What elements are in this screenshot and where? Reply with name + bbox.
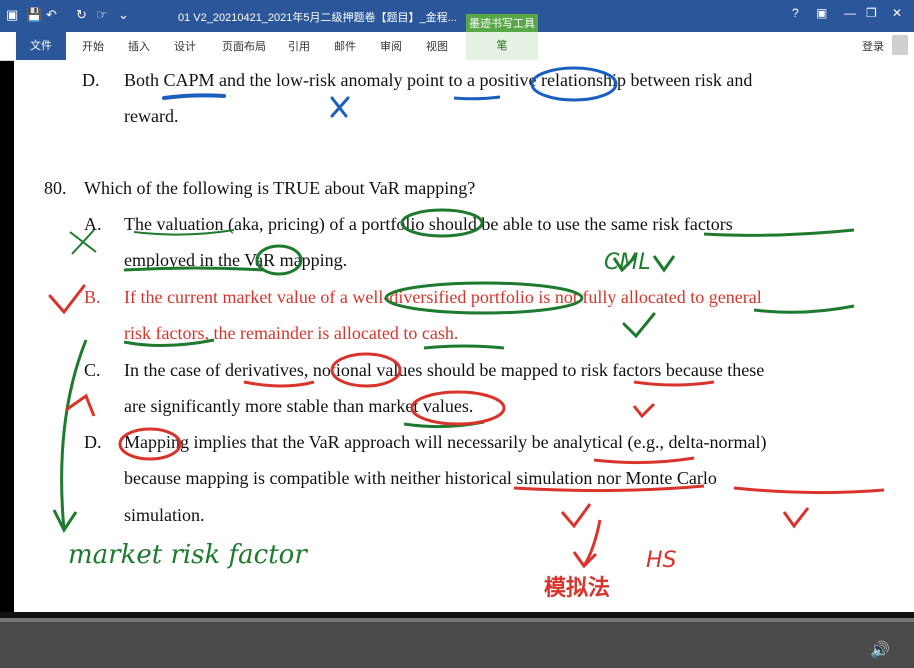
ink-underline-capm	[162, 93, 226, 100]
ink-text-market-risk-factor: market risk factor	[68, 540, 307, 570]
redo-icon[interactable]: ↻	[76, 7, 87, 23]
tab-insert[interactable]: 插入	[128, 38, 150, 54]
tab-references[interactable]: 引用	[288, 38, 310, 54]
tab-view[interactable]: 视图	[426, 38, 448, 54]
ink-underline-point	[453, 95, 501, 101]
ink-circle-positive	[530, 66, 618, 102]
help-button[interactable]: ?	[792, 6, 799, 20]
tab-page-layout[interactable]: 页面布局	[222, 38, 266, 54]
title-bar: ▣ 💾 ↶ ↻ ☞ ⌄ 01 V2_20210421_2021年5月二级押题卷【…	[0, 0, 914, 34]
ink-annotations-layer	[48, 66, 885, 569]
volume-icon[interactable]: 🔊	[870, 640, 890, 660]
ink-underline-same-risk-factors	[703, 228, 855, 237]
ink-x-mark	[330, 96, 350, 118]
tab-home[interactable]: 开始	[82, 38, 104, 54]
minimize-button[interactable]: —	[844, 6, 856, 20]
ink-text-hs: HS	[646, 548, 677, 573]
touch-mode-icon[interactable]: ☞	[96, 7, 108, 23]
ink-red-checkmark-b	[48, 284, 86, 315]
ink-circle-var	[255, 244, 303, 276]
save-icon[interactable]: 💾	[26, 7, 42, 23]
ink-underline-derivatives	[243, 380, 315, 388]
word-icon[interactable]: ▣	[6, 7, 18, 23]
ribbon-display-button[interactable]: ▣	[816, 6, 827, 20]
ink-underline-risk-factors	[123, 338, 215, 348]
account-avatar[interactable]	[892, 35, 908, 55]
ink-underline-risk-factors-c	[633, 380, 715, 387]
ink-circle-notional	[330, 352, 402, 388]
ink-underline-cash	[423, 344, 505, 350]
ink-underline-valuation	[133, 229, 235, 236]
ink-tools-context-tab[interactable]: 墨迹书写工具	[466, 14, 538, 34]
ink-circle-well-diversified	[384, 281, 584, 315]
close-button[interactable]: ✕	[892, 6, 902, 20]
customize-toolbar-icon[interactable]: ⌄	[118, 7, 129, 23]
ink-underline-simulations	[513, 484, 885, 495]
ribbon-tabs: 文件 开始 插入 设计 页面布局 引用 邮件 审阅 视图 笔 登录	[0, 32, 914, 61]
video-progress-bar[interactable]	[0, 618, 914, 622]
ink-text-cml: CML	[604, 250, 651, 275]
ink-green-x	[69, 229, 97, 255]
ink-circle-mapping	[118, 427, 182, 461]
ink-circle-market-values	[410, 390, 506, 426]
undo-icon[interactable]: ↶	[46, 7, 57, 23]
ink-checkmark-b	[622, 312, 656, 339]
ink-circle-portfolio	[400, 208, 484, 238]
tab-review[interactable]: 审阅	[380, 38, 402, 54]
tab-file[interactable]: 文件	[16, 32, 66, 60]
ink-underline-employed	[123, 266, 265, 272]
video-player-bar	[0, 618, 914, 668]
ink-underline-analytical	[593, 456, 695, 465]
tab-design[interactable]: 设计	[174, 38, 196, 54]
document-title: 01 V2_20210421_2021年5月二级押题卷【题目】_金程...	[178, 12, 457, 24]
login-link[interactable]: 登录	[862, 38, 884, 54]
tab-pen[interactable]: 笔	[466, 32, 538, 60]
ink-text-chinese-note: 模拟法	[544, 576, 611, 601]
ink-red-checkmark-c	[632, 402, 656, 419]
maximize-button[interactable]: ❐	[866, 6, 877, 20]
tab-mailings[interactable]: 邮件	[334, 38, 356, 54]
ink-underline-general	[753, 304, 855, 314]
document-page[interactable]: D. Both CAPM and the low-risk anomaly po…	[14, 60, 914, 612]
ink-arrow-chinese	[572, 519, 602, 569]
ink-arrow-down	[52, 339, 88, 533]
